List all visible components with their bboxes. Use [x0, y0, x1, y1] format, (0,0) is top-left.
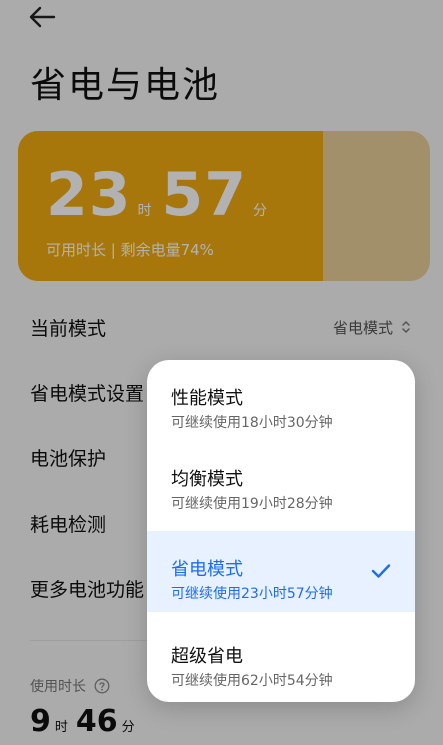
mode-option-balanced[interactable]: 均衡模式 可继续使用19小时28分钟	[147, 441, 415, 522]
mode-option-super-saving[interactable]: 超级省电 可继续使用62小时54分钟	[147, 618, 415, 699]
mode-option-title: 性能模式	[171, 388, 243, 409]
mode-option-subtitle: 可继续使用23小时57分钟	[171, 586, 333, 602]
mode-option-power-saving[interactable]: 省电模式 可继续使用23小时57分钟	[147, 531, 415, 612]
mode-menu: 性能模式 可继续使用18小时30分钟 均衡模式 可继续使用19小时28分钟 省电…	[147, 360, 415, 702]
mode-option-performance[interactable]: 性能模式 可继续使用18小时30分钟	[147, 360, 415, 441]
mode-option-title: 超级省电	[171, 646, 243, 667]
mode-option-subtitle: 可继续使用18小时30分钟	[171, 415, 333, 431]
checkmark-icon	[371, 564, 391, 578]
mode-option-title: 均衡模式	[171, 469, 243, 490]
mode-option-subtitle: 可继续使用19小时28分钟	[171, 496, 333, 512]
mode-option-subtitle: 可继续使用62小时54分钟	[171, 673, 333, 689]
mode-option-title: 省电模式	[171, 559, 243, 580]
